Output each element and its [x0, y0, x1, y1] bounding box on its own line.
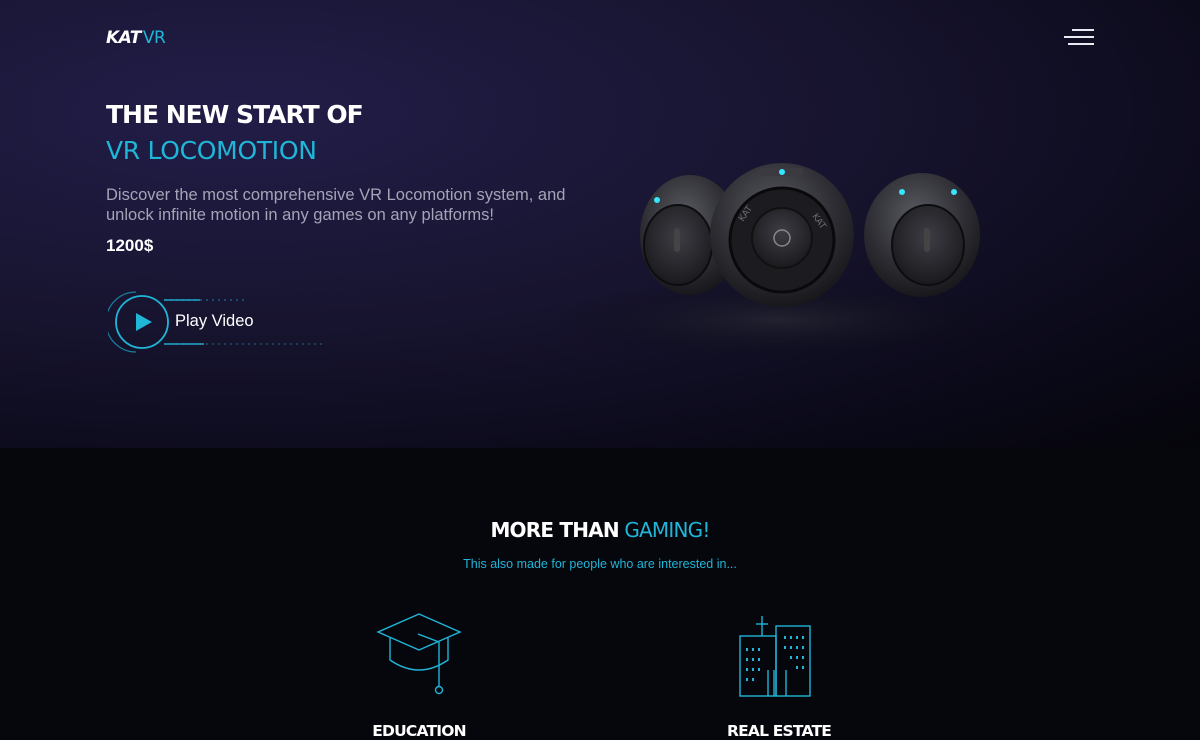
- graduation-cap-icon: [376, 613, 462, 695]
- section-title-accent: GAMING!: [624, 518, 710, 542]
- logo-primary: KAT: [106, 28, 141, 48]
- feature-real-estate-label: REAL ESTATE: [726, 722, 832, 740]
- buildings-icon: [739, 616, 811, 697]
- hero-title-line1: THE NEW START OF: [106, 100, 364, 129]
- hero-price: 1200$: [106, 236, 154, 255]
- feature-education[interactable]: EDUCATION: [309, 612, 529, 740]
- section-title-white: MORE THAN: [490, 518, 619, 542]
- logo-secondary: VR: [142, 28, 166, 48]
- feature-real-estate[interactable]: REAL ESTATE: [669, 612, 889, 740]
- play-video-label: Play Video: [175, 312, 254, 330]
- section-subtitle: This also made for people who are intere…: [463, 557, 737, 571]
- katvr-logo[interactable]: KAT VR: [106, 28, 166, 48]
- play-icon: [136, 313, 152, 331]
- section-title: MORE THAN GAMING!: [0, 518, 1200, 542]
- hamburger-menu-icon[interactable]: [1064, 29, 1094, 47]
- hero-section: KAT VR THE NEW START OF VR LOCOMOTION Dis…: [0, 0, 1200, 448]
- play-video-button[interactable]: Play Video: [108, 290, 328, 354]
- hero-title-line2: VR LOCOMOTION: [106, 136, 317, 165]
- feature-education-label: EDUCATION: [372, 722, 466, 740]
- product-image: KAT KAT: [550, 163, 1010, 360]
